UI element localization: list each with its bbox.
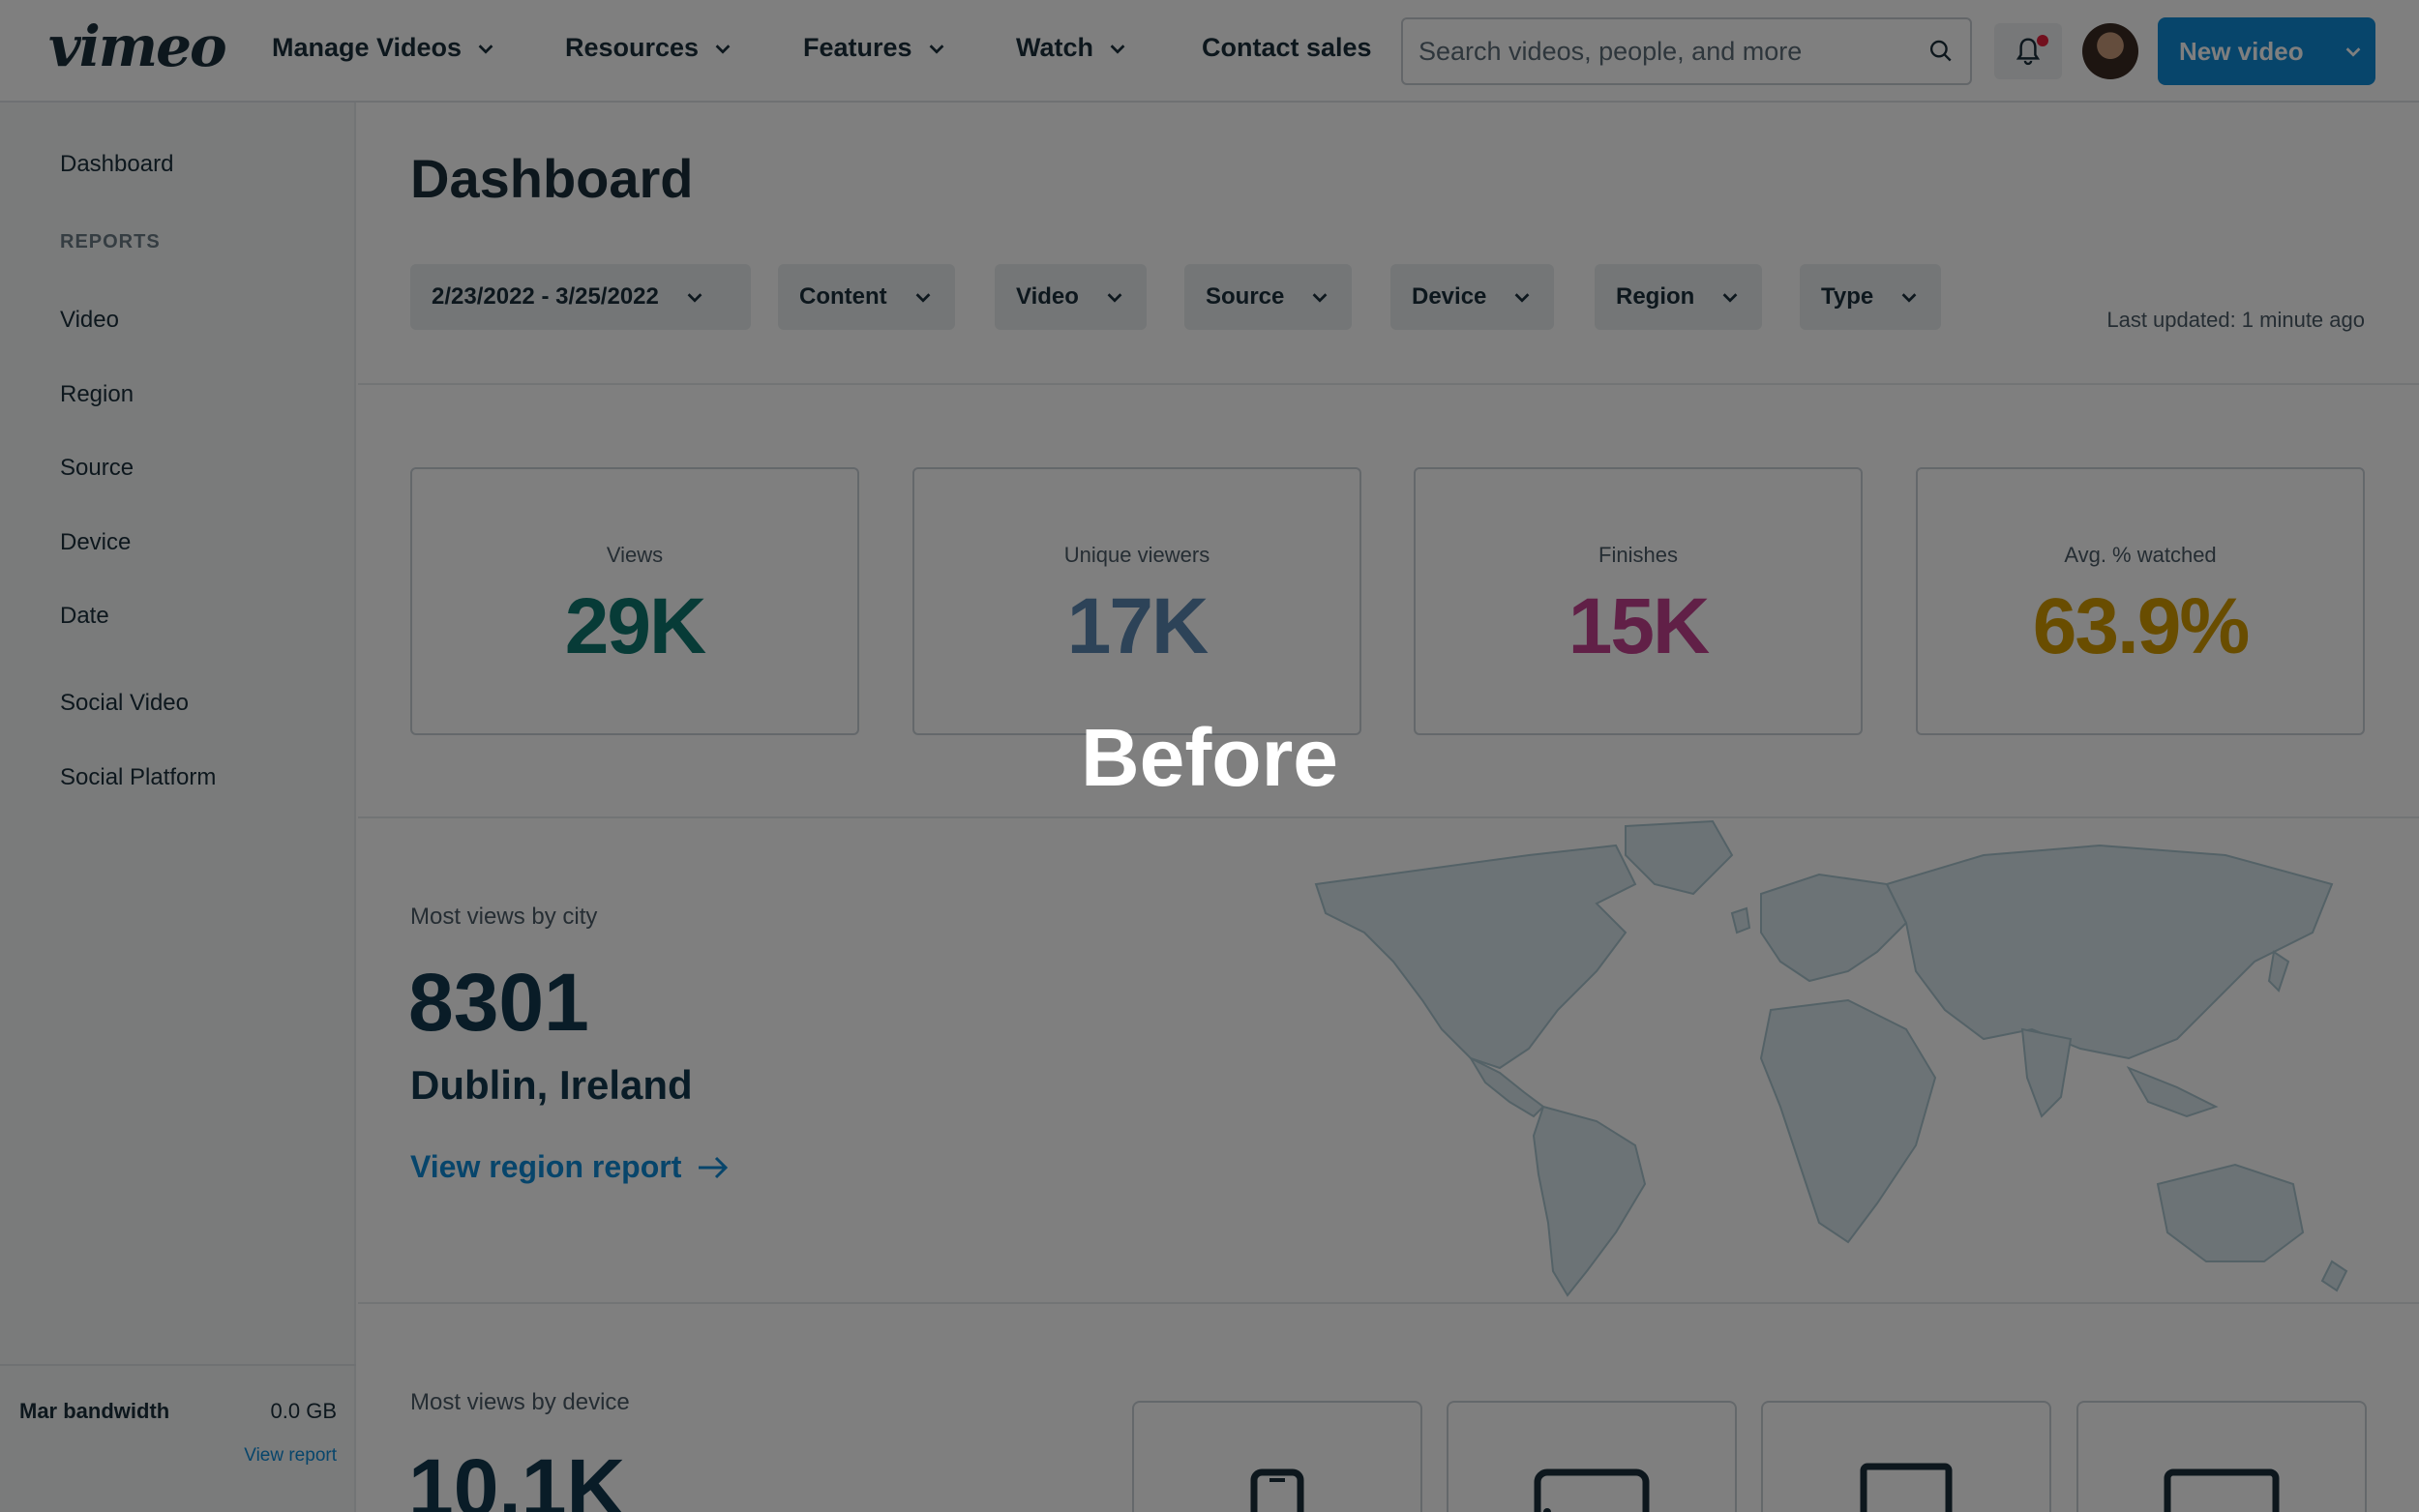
nav-label: Features bbox=[803, 33, 912, 62]
chevron-down-icon bbox=[1110, 44, 1125, 54]
stat-card-views: Views 29K bbox=[410, 467, 859, 735]
filter-video[interactable]: Video bbox=[995, 264, 1147, 330]
sidebar-item-video[interactable]: Video bbox=[60, 307, 119, 334]
new-video-label: New video bbox=[2179, 36, 2304, 66]
world-map bbox=[1314, 819, 2348, 1297]
device-views-count: 10.1K bbox=[408, 1442, 626, 1512]
notification-dot bbox=[2037, 35, 2048, 46]
bandwidth-panel: Mar bandwidth 0.0 GB View report bbox=[0, 1364, 356, 1467]
bandwidth-label: Mar bandwidth bbox=[19, 1399, 170, 1423]
city-section-label: Most views by city bbox=[410, 904, 598, 930]
nav-label: Resources bbox=[565, 33, 700, 62]
stat-value: 29K bbox=[564, 582, 706, 670]
page-title: Dashboard bbox=[410, 148, 694, 209]
chevron-down-icon bbox=[715, 44, 731, 54]
device-card-desktop bbox=[1761, 1401, 2051, 1512]
filter-type[interactable]: Type bbox=[1800, 264, 1942, 330]
nav-label: Watch bbox=[1016, 33, 1093, 62]
divider bbox=[358, 383, 2419, 385]
filter-label: Source bbox=[1206, 283, 1285, 310]
main-content: Dashboard 2/23/2022 - 3/25/2022 Content … bbox=[358, 104, 2419, 1512]
city-views-count: 8301 bbox=[408, 957, 589, 1048]
chevron-down-icon bbox=[2345, 47, 2360, 57]
filter-label: 2/23/2022 - 3/25/2022 bbox=[432, 283, 659, 310]
filter-label: Content bbox=[799, 283, 887, 310]
before-caption: Before bbox=[1080, 712, 1339, 803]
device-section-label: Most views by device bbox=[410, 1389, 630, 1415]
chevron-down-icon bbox=[687, 293, 702, 303]
stat-value: 63.9% bbox=[2032, 582, 2251, 670]
bandwidth-row: Mar bandwidth 0.0 GB bbox=[19, 1399, 337, 1424]
filter-label: Video bbox=[1016, 283, 1079, 310]
stat-card-finishes: Finishes 15K bbox=[1414, 467, 1863, 735]
stat-value: 17K bbox=[1066, 582, 1209, 670]
filter-date-range[interactable]: 2/23/2022 - 3/25/2022 bbox=[410, 264, 751, 330]
tablet-icon bbox=[1534, 1468, 1650, 1512]
nav-watch[interactable]: Watch bbox=[1016, 33, 1128, 63]
stat-card-unique-viewers: Unique viewers 17K bbox=[912, 467, 1361, 735]
view-region-report-link[interactable]: View region report bbox=[410, 1149, 730, 1185]
stat-label: Finishes bbox=[1598, 543, 1678, 567]
filter-content[interactable]: Content bbox=[778, 264, 955, 330]
device-card-phone bbox=[1132, 1401, 1422, 1512]
sidebar-item-device[interactable]: Device bbox=[60, 529, 131, 556]
nav-resources[interactable]: Resources bbox=[565, 33, 733, 63]
filter-label: Region bbox=[1616, 283, 1695, 310]
nav-contact-sales[interactable]: Contact sales bbox=[1202, 33, 1372, 63]
notifications-button[interactable] bbox=[1994, 23, 2062, 79]
nav-manage-videos[interactable]: Manage Videos bbox=[272, 33, 496, 63]
avatar[interactable] bbox=[2082, 23, 2138, 79]
stat-label: Views bbox=[606, 543, 664, 567]
filter-source[interactable]: Source bbox=[1184, 264, 1353, 330]
top-navigation: vimeo Manage Videos Resources Features W… bbox=[0, 0, 2419, 103]
filter-region[interactable]: Region bbox=[1595, 264, 1763, 330]
stat-value: 15K bbox=[1568, 582, 1710, 670]
device-card-tv bbox=[2076, 1401, 2367, 1512]
new-video-button[interactable]: New video bbox=[2158, 17, 2375, 85]
filter-label: Type bbox=[1821, 283, 1874, 310]
stat-card-avg-watched: Avg. % watched 63.9% bbox=[1916, 467, 2365, 735]
stat-label: Unique viewers bbox=[1063, 543, 1210, 567]
region-link-label: View region report bbox=[410, 1149, 682, 1184]
sidebar: Dashboard REPORTS Video Region Source De… bbox=[0, 103, 356, 1512]
sidebar-reports-heading: REPORTS bbox=[60, 231, 161, 252]
chevron-down-icon bbox=[1312, 293, 1328, 303]
chevron-down-icon bbox=[915, 293, 931, 303]
chevron-down-icon bbox=[1515, 293, 1530, 303]
divider bbox=[358, 1302, 2419, 1304]
search-icon[interactable] bbox=[1927, 37, 1955, 66]
phone-icon bbox=[1250, 1468, 1304, 1512]
search-input[interactable] bbox=[1419, 36, 1927, 67]
arrow-right-icon bbox=[699, 1156, 729, 1178]
nav-features[interactable]: Features bbox=[803, 33, 947, 63]
view-report-link[interactable]: View report bbox=[19, 1445, 337, 1467]
tv-icon bbox=[2164, 1468, 2280, 1512]
vimeo-logo[interactable]: vimeo bbox=[48, 14, 227, 79]
sidebar-item-dashboard[interactable]: Dashboard bbox=[60, 151, 173, 178]
chevron-down-icon bbox=[929, 44, 943, 54]
stat-label: Avg. % watched bbox=[2064, 543, 2217, 567]
desktop-icon bbox=[1860, 1463, 1953, 1512]
chevron-down-icon bbox=[1722, 293, 1738, 303]
chevron-down-icon bbox=[1107, 293, 1122, 303]
filter-label: Device bbox=[1412, 283, 1487, 310]
top-city-name: Dublin, Ireland bbox=[410, 1062, 693, 1108]
last-updated-text: Last updated: 1 minute ago bbox=[2106, 308, 2365, 332]
device-card-tablet bbox=[1447, 1401, 1737, 1512]
nav-label: Manage Videos bbox=[272, 33, 463, 62]
filter-device[interactable]: Device bbox=[1390, 264, 1555, 330]
sidebar-item-source[interactable]: Source bbox=[60, 455, 134, 482]
sidebar-item-region[interactable]: Region bbox=[60, 381, 134, 408]
chevron-down-icon bbox=[1901, 293, 1917, 303]
bandwidth-value: 0.0 GB bbox=[270, 1399, 337, 1423]
sidebar-item-date[interactable]: Date bbox=[60, 603, 109, 630]
search-box bbox=[1401, 17, 1972, 85]
chevron-down-icon bbox=[478, 44, 493, 54]
